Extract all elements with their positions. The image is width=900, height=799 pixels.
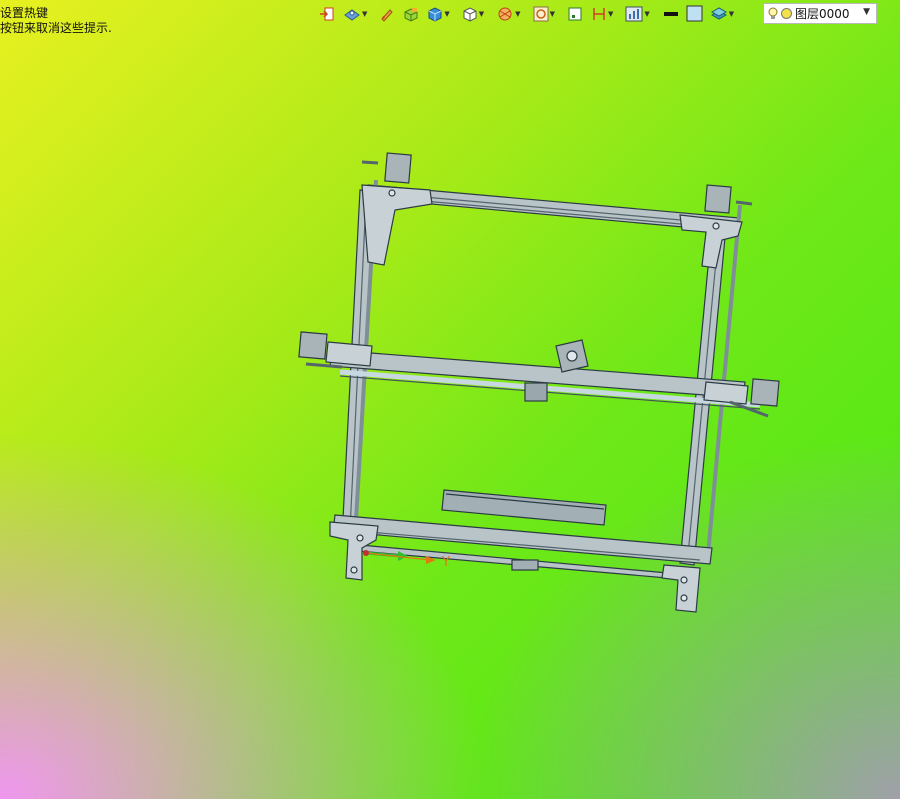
model-viewport[interactable]: Y xyxy=(0,0,900,799)
printer-frame-model xyxy=(298,152,780,613)
y-axis-label: Y xyxy=(441,555,450,570)
